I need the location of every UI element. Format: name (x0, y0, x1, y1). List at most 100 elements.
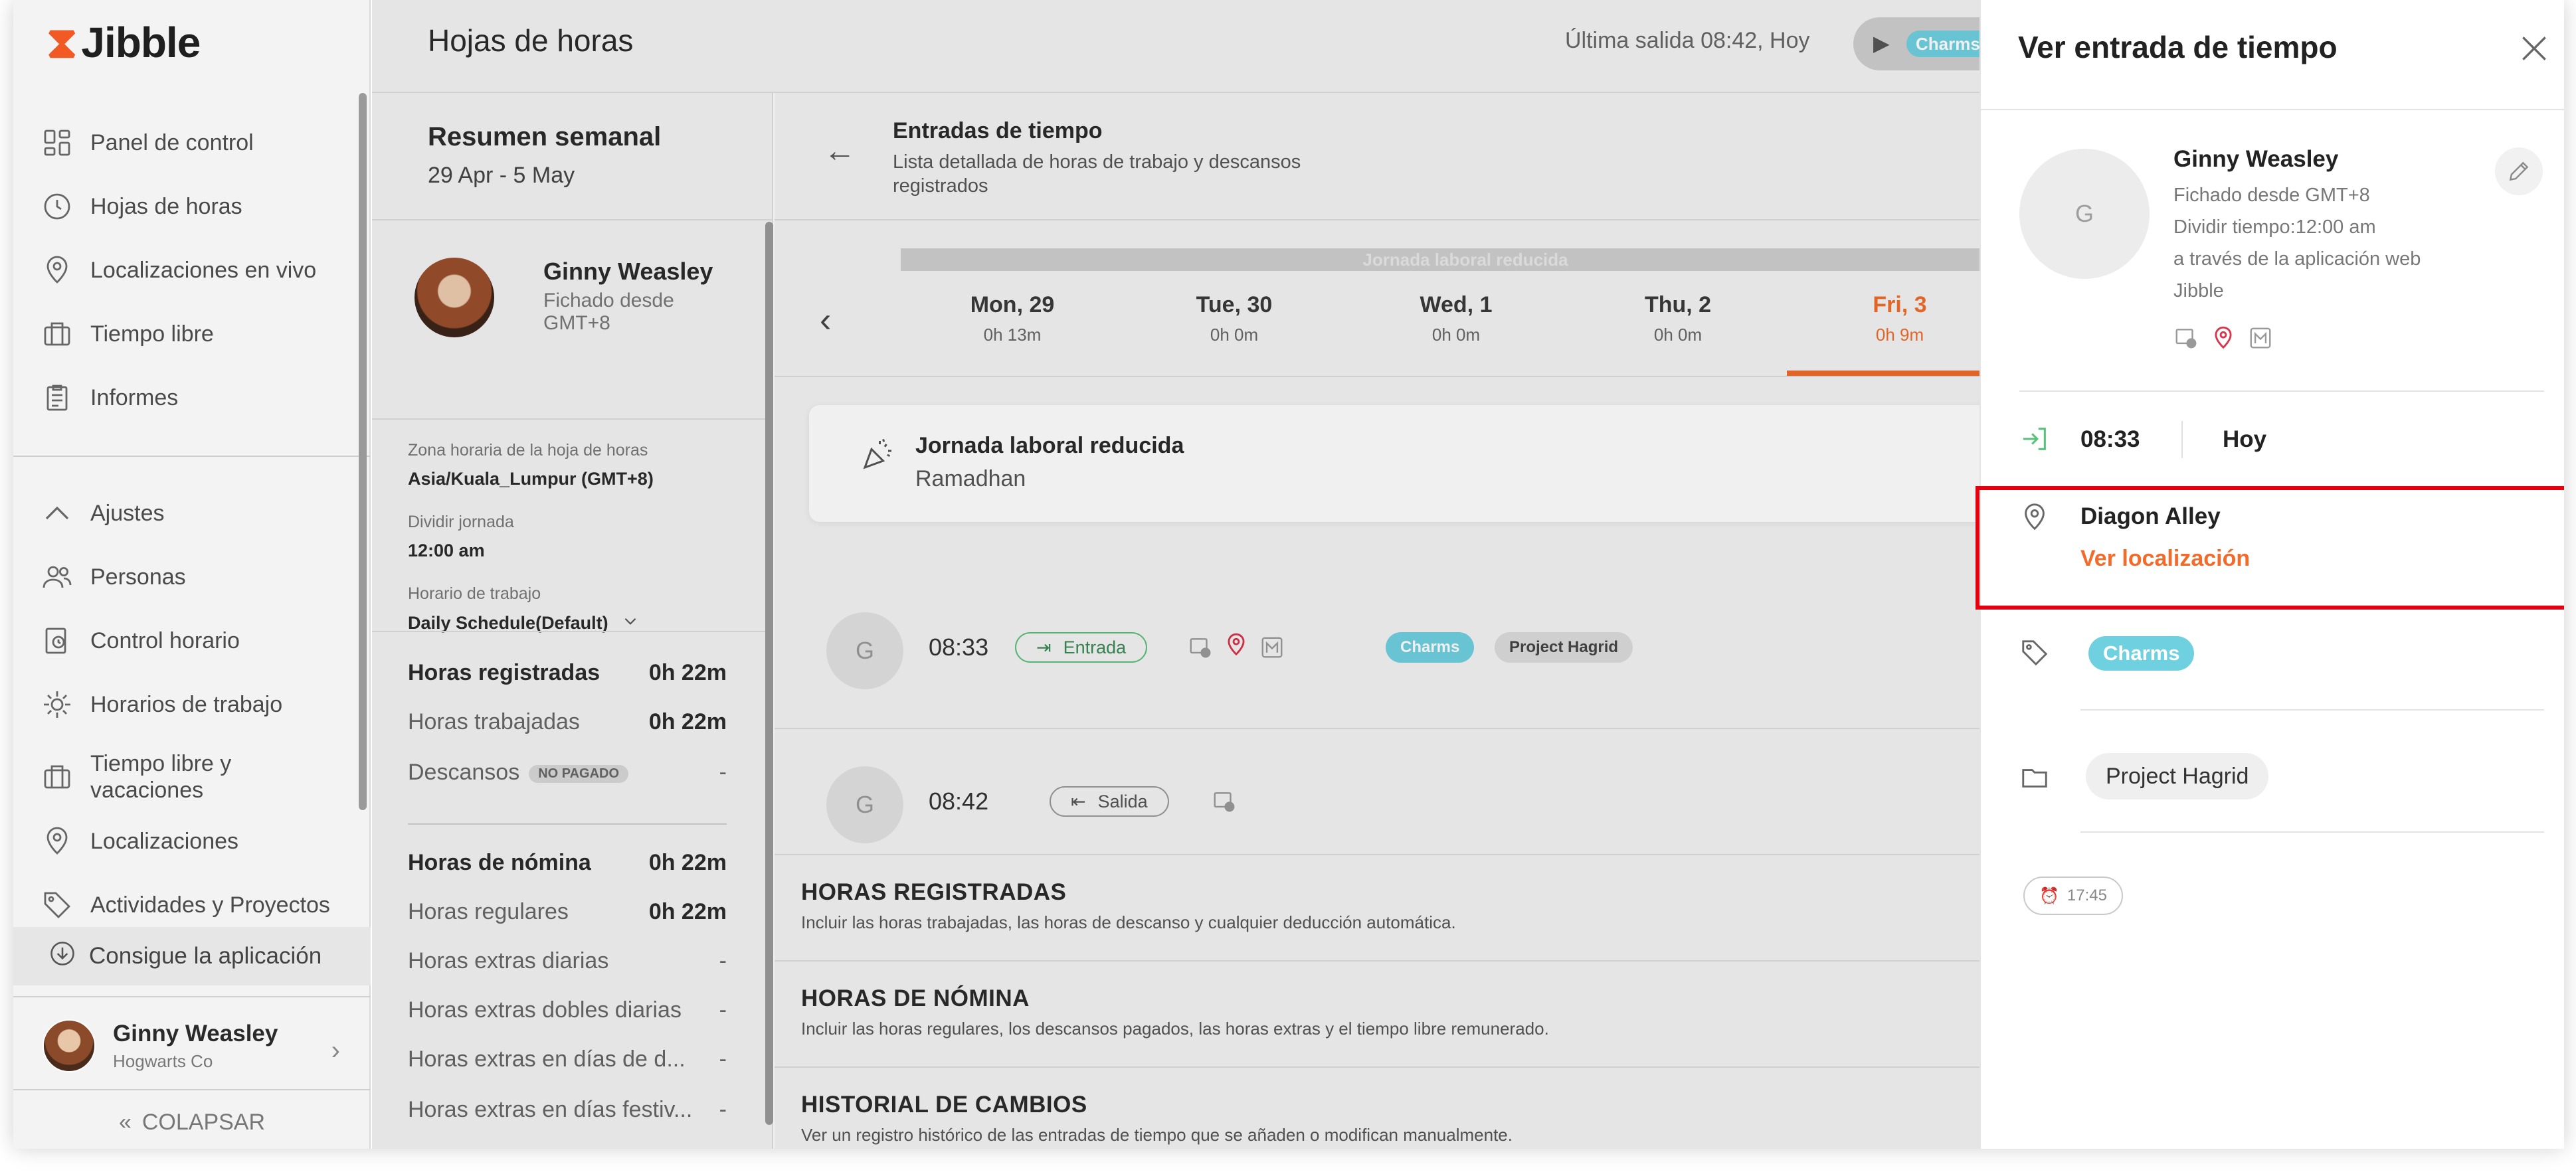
registered-hours-section[interactable]: HORAS REGISTRADAS Incluir las horas trab… (775, 854, 1979, 962)
clock-source-app: Jibble (2173, 280, 2224, 301)
user-profile-card[interactable]: Ginny Weasley Hogwarts Co › (13, 1003, 371, 1089)
clock-out-icon: ⇤ (1071, 791, 1086, 811)
location-pin-icon (40, 253, 74, 288)
jibble-logo[interactable]: ⧗ Jibble (46, 16, 201, 69)
sidebar-divider (13, 456, 371, 457)
summary-scrollbar[interactable] (765, 222, 773, 1125)
avatar (43, 1019, 96, 1072)
sidebar-item-settings[interactable]: Ajustes (40, 490, 165, 537)
sidebar-item-people[interactable]: Personas (40, 554, 186, 600)
edit-entry-button[interactable] (2495, 147, 2543, 195)
drawer-divider (2080, 831, 2544, 833)
sidebar-item-work-schedules[interactable]: Horarios de trabajo (40, 681, 282, 728)
sidebar-item-time-off-holidays[interactable]: Tiempo libre y vacaciones (40, 746, 290, 807)
location-pin-icon[interactable] (1224, 632, 1249, 657)
avatar (414, 258, 494, 337)
metric-label: Horas trabajadas (408, 709, 580, 734)
sidebar-item-time-off[interactable]: Tiempo libre (40, 311, 214, 357)
party-popper-icon (858, 434, 898, 474)
activity-tag: Charms (2088, 636, 2195, 671)
drawer-divider (2019, 390, 2544, 392)
clock-source-info: a través de la aplicación web (2173, 248, 2421, 270)
chevron-left-icon[interactable]: ‹ (820, 300, 831, 340)
clock-in-icon (2023, 428, 2046, 450)
day-name: Tue, 30 (1196, 292, 1273, 317)
metric-value: - (719, 760, 727, 785)
breaks-row: Descansos NO PAGADO - (408, 760, 727, 786)
metric-label: Horas extras diarias (408, 948, 609, 973)
daily-overtime-row: Horas extras diarias - (408, 948, 727, 974)
time-entry-row-clock-in[interactable]: G 08:33 ⇥ Entrada Charms Project Hagrid (775, 575, 1979, 728)
day-tab-thu[interactable]: Thu, 2 0h 0m (1565, 292, 1791, 345)
entry-type-label: Salida (1097, 791, 1148, 811)
location-pin-icon (40, 824, 74, 859)
tag-icon (2022, 640, 2048, 666)
day-tab-mon[interactable]: Mon, 29 0h 13m (899, 292, 1125, 345)
view-time-entry-drawer: Ver entrada de tiempo G Ginny Weasley Fi… (1976, 0, 2564, 1149)
section-title: HORAS DE NÓMINA (801, 985, 1030, 1011)
sidebar-item-label: Tiempo libre (90, 321, 214, 347)
location-highlight-box (1976, 486, 2564, 610)
metric-label: Descansos (408, 760, 520, 785)
active-day-indicator (1787, 371, 1979, 376)
web-app-icon (1214, 792, 1235, 812)
project-tag: Project Hagrid (2086, 753, 2269, 799)
back-arrow-icon[interactable]: ← (824, 133, 856, 169)
break-bell-icon: ⏰ (2039, 886, 2059, 905)
sidebar-scrollbar[interactable] (359, 93, 367, 810)
day-tab-tue[interactable]: Tue, 30 0h 0m (1121, 292, 1347, 345)
sidebar-item-time-tracking[interactable]: Control horario (40, 618, 240, 664)
drawer-divider (1981, 109, 2564, 110)
double-chevron-left-icon: « (118, 1109, 132, 1135)
user-name: Ginny Weasley (113, 1020, 278, 1047)
sidebar-item-locations[interactable]: Localizaciones (40, 818, 238, 865)
split-time-info: Dividir tiempo:12:00 am (2173, 216, 2376, 238)
clock-icon (40, 189, 74, 224)
metric-value: - (719, 1097, 727, 1122)
payroll-hours-section[interactable]: HORAS DE NÓMINA Incluir las horas regula… (775, 960, 1979, 1068)
clocked-from-timezone: Fichado desde GMT+8 (2173, 185, 2370, 206)
close-icon[interactable] (2518, 32, 2551, 65)
summary-divider (408, 823, 727, 825)
time-entries-panel: ← Entradas de tiempo Lista detallada de … (775, 93, 2030, 1149)
metric-label: Horas extras en días de d... (408, 1047, 686, 1072)
day-name: Thu, 2 (1644, 292, 1712, 317)
weekly-summary-title: Resumen semanal (428, 122, 662, 151)
sidebar-item-timesheets[interactable]: Hojas de horas (40, 183, 242, 230)
last-clock-out-status: Última salida 08:42, Hoy (1565, 28, 1810, 53)
report-icon (40, 380, 74, 415)
sidebar-item-reports[interactable]: Informes (40, 375, 178, 421)
day-tabs-divider (775, 376, 1979, 377)
day-tab-wed[interactable]: Wed, 1 0h 0m (1343, 292, 1569, 345)
get-app-button[interactable]: Consigue la aplicación (13, 927, 371, 985)
notice-subtitle: Ramadhan (915, 466, 1026, 491)
view-location-link[interactable]: Ver localización (2080, 546, 2250, 572)
hourglass-logo-icon: ⧗ (46, 17, 78, 66)
logo-text: Jibble (81, 19, 201, 66)
page-title: Hojas de horas (428, 23, 634, 58)
activity-tag: Charms (1386, 632, 1475, 663)
sidebar-item-label: Horarios de trabajo (90, 691, 283, 717)
sidebar-item-label: Localizaciones en vivo (90, 257, 317, 283)
week-range: 29 Apr - 5 May (428, 163, 575, 188)
sidebar-item-label: Informes (90, 384, 179, 410)
tag-icon (40, 888, 74, 922)
metric-value: 0h 22m (648, 899, 727, 924)
sidebar-item-label: Localizaciones (90, 828, 239, 854)
registered-hours-row: Horas registradas 0h 22m (408, 660, 727, 686)
section-subtitle: Ver un registro histórico de las entrada… (801, 1125, 1513, 1145)
reduced-workday-notice: Jornada laboral reducida Ramadhan (809, 405, 2005, 522)
day-tab-fri[interactable]: Fri, 3 0h 9m (1787, 292, 2013, 345)
sidebar-item-activities-projects[interactable]: Actividades y Proyectos (40, 882, 330, 928)
reduced-workday-banner: Jornada laboral reducida (901, 248, 2030, 271)
user-organization: Hogwarts Co (113, 1050, 213, 1071)
avatar: G (826, 766, 903, 843)
timezone-value: Asia/Kuala_Lumpur (GMT+8) (408, 469, 654, 489)
section-title: HISTORIAL DE CAMBIOS (801, 1092, 1087, 1118)
sidebar-item-live-locations[interactable]: Localizaciones en vivo (40, 247, 316, 294)
collapse-sidebar-button[interactable]: « COLAPSAR (13, 1102, 371, 1142)
change-history-section[interactable]: HISTORIAL DE CAMBIOS Ver un registro his… (775, 1066, 1979, 1149)
payroll-hours-row: Horas de nómina 0h 22m (408, 850, 727, 876)
sidebar-item-dashboard[interactable]: Panel de control (40, 120, 254, 166)
avatar: G (826, 612, 903, 689)
